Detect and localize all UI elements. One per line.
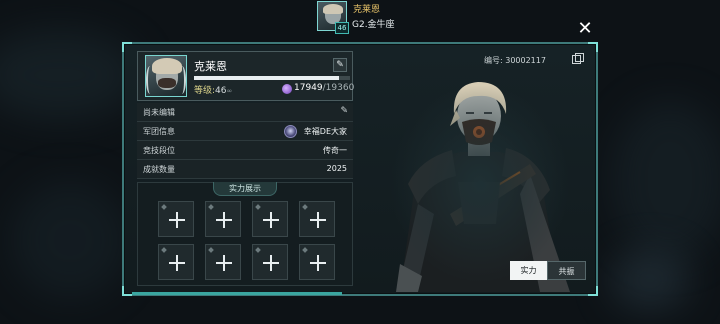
showcase-slot[interactable] xyxy=(299,244,335,280)
guild-label: 军团信息 xyxy=(143,127,175,136)
exp-progress-fill xyxy=(194,76,339,80)
showcase-slot[interactable] xyxy=(158,201,194,237)
exp-current: 17949 xyxy=(294,83,323,93)
exp-max: /19360 xyxy=(322,83,355,93)
showcase-slot[interactable] xyxy=(252,244,288,280)
exp-orb-icon xyxy=(282,84,292,94)
rank-value: 传奇一 xyxy=(323,146,347,155)
close-icon[interactable]: ✕ xyxy=(576,20,594,38)
level-label: 等级:46∞ xyxy=(194,86,233,96)
exp-text: 17949/19360 xyxy=(294,83,354,93)
guild-row[interactable]: 军团信息 幸福DE大家 xyxy=(137,122,353,141)
showcase-slot[interactable] xyxy=(205,244,241,280)
player-name: 克莱恩 xyxy=(194,60,227,73)
top-player-header: 46 克莱恩 G2.金牛座 xyxy=(315,0,435,34)
level-value: 46 xyxy=(215,86,227,96)
achievement-row: 成就数量 2025 xyxy=(137,160,353,179)
tab-strength[interactable]: 实力 xyxy=(510,261,547,280)
achievement-value: 2025 xyxy=(326,164,347,173)
exp-progress-bar xyxy=(194,76,350,80)
guild-value: 幸福DE大家 xyxy=(303,127,347,136)
avatar[interactable] xyxy=(145,55,187,97)
rank-label: 竞技段位 xyxy=(143,146,175,155)
view-toggle: 实力 共振 xyxy=(510,261,586,280)
guild-emblem-icon xyxy=(284,125,297,138)
achievement-label: 成就数量 xyxy=(143,165,175,174)
edit-name-button[interactable]: ✎ xyxy=(333,58,347,72)
top-player-name: 克莱恩 xyxy=(353,5,381,15)
edit-icon[interactable]: ✎ xyxy=(340,106,348,116)
panel-bottom-accent xyxy=(132,292,342,295)
showcase-slot[interactable] xyxy=(252,201,288,237)
tab-resonance[interactable]: 共振 xyxy=(547,261,586,280)
rank-row: 竞技段位 传奇一 xyxy=(137,141,353,160)
top-player-subtitle: G2.金牛座 xyxy=(352,20,395,30)
top-level-badge: 46 xyxy=(335,22,349,34)
showcase-title: 实力展示 xyxy=(213,182,277,196)
character-portrait xyxy=(360,64,590,292)
level-suffix: ∞ xyxy=(226,87,233,95)
showcase-slot[interactable] xyxy=(158,244,194,280)
bio-row[interactable]: 尚未编辑 ✎ xyxy=(137,103,353,122)
copy-icon[interactable] xyxy=(572,53,584,64)
edit-icon: ✎ xyxy=(336,60,344,70)
showcase-grid xyxy=(137,182,353,286)
showcase-slot[interactable] xyxy=(299,201,335,237)
bio-text: 尚未编辑 xyxy=(143,108,175,117)
showcase-slot[interactable] xyxy=(205,201,241,237)
